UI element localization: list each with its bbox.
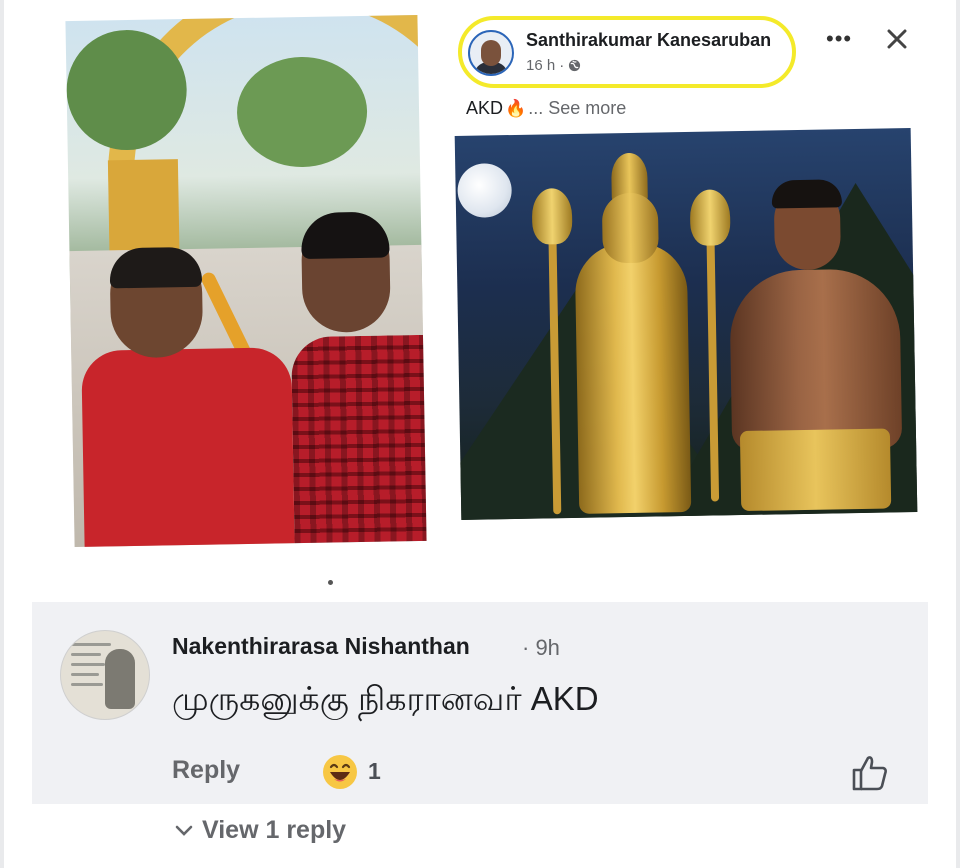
reaction-count[interactable]: 1	[368, 758, 381, 785]
avatar-text-line	[71, 663, 105, 666]
image-spear-head	[689, 189, 731, 246]
comment-time[interactable]: · 9h	[522, 635, 560, 661]
image-spear-head	[531, 187, 573, 245]
avatar-face	[481, 40, 501, 66]
fire-emoji-icon: 🔥	[505, 98, 527, 118]
laughing-emoji-icon[interactable]	[322, 754, 358, 790]
avatar-figure	[105, 649, 135, 709]
reply-button[interactable]: Reply	[172, 756, 240, 785]
photo-person-red-shirt	[81, 347, 295, 548]
post-image[interactable]	[454, 128, 918, 520]
commenter-name[interactable]: Nakenthirarasa Nishanthan	[172, 633, 470, 660]
image-man-hair	[771, 179, 842, 209]
more-options-icon[interactable]: •••	[826, 26, 852, 52]
post-meta: 16 h ·	[526, 57, 581, 74]
commenter-avatar[interactable]	[60, 630, 150, 720]
photo-person-checked-shirt	[290, 334, 427, 548]
image-moon	[457, 163, 513, 218]
caption-text: AKD	[466, 98, 504, 118]
image-golden-statue	[574, 241, 692, 514]
post-author-name[interactable]: Santhirakumar Kanesaruban	[526, 30, 771, 51]
see-more-link[interactable]: ... See more	[528, 98, 626, 119]
meta-separator: ·	[559, 57, 565, 74]
image-golden-dhoti	[739, 428, 892, 512]
avatar-text-line	[71, 653, 101, 656]
post-time: 16 h	[526, 57, 556, 74]
post-author-avatar[interactable]	[468, 30, 514, 76]
comment-text: முருகனுக்கு நிகரானவர் AKD	[172, 680, 599, 717]
right-frame-border	[956, 0, 960, 868]
post-caption: AKD 🔥 ... See more	[466, 98, 626, 119]
close-icon[interactable]	[884, 26, 910, 52]
avatar-text-line	[71, 643, 111, 646]
chevron-down-icon	[175, 825, 193, 836]
view-replies-button[interactable]: View 1 reply	[174, 816, 346, 845]
image-statue-head	[601, 192, 659, 264]
like-thumb-icon[interactable]	[850, 754, 890, 792]
carousel-dot	[328, 580, 333, 585]
event-photo	[65, 14, 427, 548]
photo-person-hair	[109, 246, 203, 289]
left-frame-border	[0, 0, 4, 868]
avatar-text-line	[71, 673, 99, 676]
avatar-text-line	[71, 683, 103, 686]
view-replies-label: View 1 reply	[202, 816, 347, 844]
image-man-body	[729, 268, 903, 452]
globe-icon	[569, 59, 581, 72]
